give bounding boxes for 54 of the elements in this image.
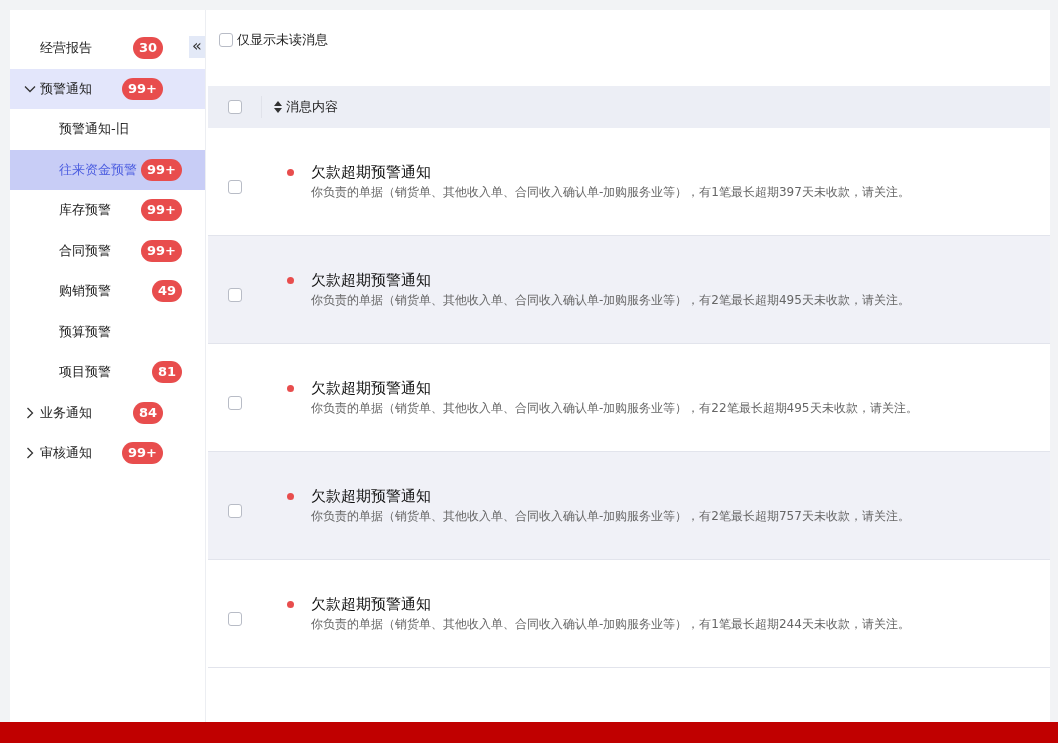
count-badge: 99+ — [141, 158, 182, 181]
sidebar-item[interactable]: 购销预警 49 — [10, 271, 205, 312]
item-label: 往来资金预警 — [59, 160, 137, 179]
item-label: 经营报告 — [40, 39, 92, 58]
item-label: 业务通知 — [40, 403, 92, 422]
message-title[interactable]: 欠款超期预警通知 — [311, 594, 910, 614]
item-label: 预警通知-旧 — [59, 120, 129, 139]
message-title[interactable]: 欠款超期预警通知 — [311, 378, 918, 398]
sidebar-item[interactable]: 预警通知-旧 — [10, 109, 205, 150]
message-title[interactable]: 欠款超期预警通知 — [311, 270, 910, 290]
message-text: 你负责的单据（销货单、其他收入单、合同收入确认单-加购服务业等），有1笔最长超期244天未收款，请关注。 — [311, 615, 910, 633]
count-badge: 99+ — [141, 199, 182, 222]
message-text: 你负责的单据（销货单、其他收入单、合同收入确认单-加购服务业等），有2笔最长超期757天未收款，请关注。 — [311, 507, 910, 525]
sort-icon[interactable] — [274, 101, 282, 113]
message-text: 你负责的单据（销货单、其他收入单、合同收入确认单-加购服务业等），有22笔最长超期495天未收款，请关注。 — [311, 399, 918, 417]
sidebar-item[interactable]: 项目预警 81 — [10, 352, 205, 393]
chevron-right-icon[interactable] — [24, 447, 36, 460]
item-label: 预警通知 — [40, 79, 92, 98]
message-title[interactable]: 欠款超期预警通知 — [311, 162, 910, 182]
chevron-right-icon[interactable] — [24, 406, 36, 419]
item-label: 预算预警 — [59, 322, 111, 341]
item-label: 审核通知 — [40, 444, 92, 463]
sidebar-item[interactable]: 库存预警 99+ — [10, 190, 205, 231]
sidebar-item[interactable]: 经营报告 30 — [10, 28, 187, 69]
item-label: 购销预警 — [59, 282, 111, 301]
sidebar-item[interactable]: 审核通知 99+ — [10, 433, 205, 474]
message-title[interactable]: 欠款超期预警通知 — [311, 486, 910, 506]
count-badge: 30 — [132, 37, 163, 60]
count-badge: 99+ — [122, 77, 163, 100]
message-text: 你负责的单据（销货单、其他收入单、合同收入确认单-加购服务业等），有2笔最长超期495天未收款，请关注。 — [311, 291, 910, 309]
select-all-checkbox[interactable] — [227, 100, 242, 114]
count-badge: 99+ — [122, 442, 163, 465]
sidebar-item[interactable]: 往来资金预警 99+ — [10, 149, 205, 190]
sidebar-item[interactable]: 业务通知 84 — [10, 392, 205, 433]
row-checkbox[interactable] — [228, 503, 242, 518]
message-text: 你负责的单据（销货单、其他收入单、合同收入确认单-加购服务业等），有1笔最长超期397天未收款，请关注。 — [311, 183, 910, 201]
column-header[interactable]: 消息内容 — [286, 98, 338, 116]
row-checkbox[interactable] — [228, 179, 242, 194]
checkbox-label: 仅显示未读消息 — [237, 31, 328, 49]
row-checkbox[interactable] — [228, 395, 242, 410]
sidebar-item[interactable]: 合同预警 99+ — [10, 230, 205, 271]
count-badge: 81 — [151, 361, 182, 384]
sidebar-item[interactable]: 预算预警 — [10, 311, 205, 352]
count-badge: 99+ — [141, 239, 182, 262]
item-label: 合同预警 — [59, 241, 111, 260]
item-label: 库存预警 — [59, 201, 111, 220]
item-label: 项目预警 — [59, 363, 111, 382]
count-badge: 49 — [151, 280, 182, 303]
row-checkbox[interactable] — [228, 287, 242, 302]
collapse-button[interactable]: « — [189, 36, 205, 58]
count-badge: 84 — [132, 401, 163, 424]
unread-only-checkbox[interactable] — [219, 33, 233, 47]
sidebar-item[interactable]: 预警通知 99+ — [10, 68, 205, 109]
row-checkbox[interactable] — [228, 611, 242, 626]
